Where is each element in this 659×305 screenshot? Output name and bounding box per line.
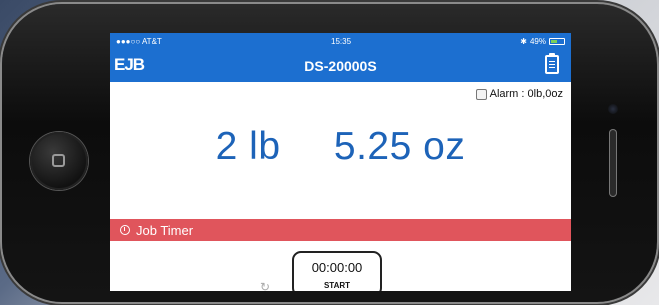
alarm-checkbox[interactable] [475,88,487,100]
weight-pounds: 2 lb [215,125,281,168]
alarm-toggle[interactable]: Alarm : 0lb,0oz [475,88,563,100]
bluetooth-icon: ✱ [520,36,527,46]
alarm-label: Alarm : 0lb,0oz [489,88,563,100]
start-label: START [323,281,351,290]
home-button[interactable] [30,132,88,190]
timer-start-button[interactable]: 00:00:00 START [292,251,382,291]
app-screen: ●●●○○ AT&T 15:35 ✱ 49% EJB DS-20000S Ala… [110,33,571,291]
battery-percent: 49% [529,36,546,46]
battery-icon [548,37,565,45]
home-square-icon [52,154,65,167]
job-timer-label: Job Timer [136,222,194,238]
phone-frame: ●●●○○ AT&T 15:35 ✱ 49% EJB DS-20000S Ala… [2,4,657,302]
status-bar: ●●●○○ AT&T 15:35 ✱ 49% [110,33,571,49]
weight-ounces: 5.25 oz [333,125,466,168]
camera-icon [608,104,618,114]
speaker-grille [609,129,617,197]
job-timer-bar: Job Timer [110,219,571,241]
app-logo[interactable]: EJB [114,55,145,75]
clock-text: 15:35 [331,36,352,46]
clipboard-icon[interactable] [545,53,559,74]
reset-icon[interactable]: ↻ [260,280,270,291]
page-title: DS-20000S [304,57,377,74]
timer-value: 00:00:00 [311,260,363,275]
nav-bar: EJB DS-20000S [110,49,571,82]
carrier-text: ●●●○○ AT&T [116,36,162,46]
status-right: ✱ 49% [520,37,565,46]
alarm-clock-icon [120,225,130,235]
weight-readout: 2 lb 5.25 oz [110,125,571,169]
